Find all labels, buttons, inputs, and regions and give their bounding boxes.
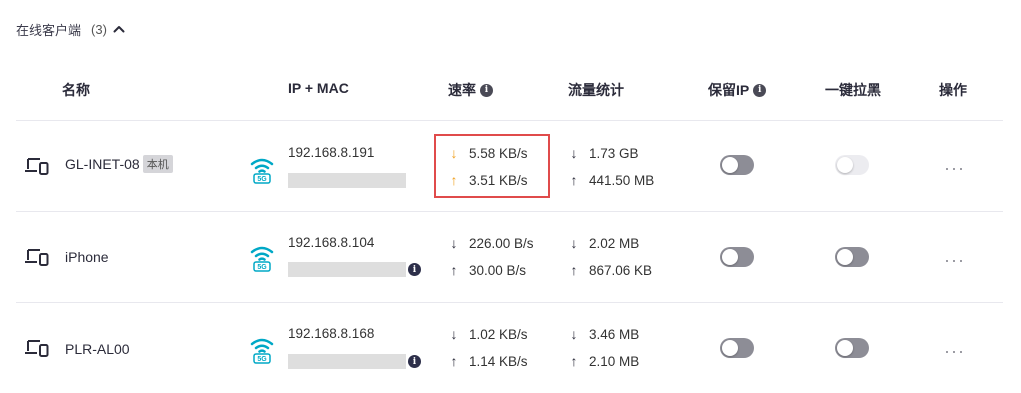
download-total-value: 3.46 MB	[589, 326, 640, 342]
more-actions-icon[interactable]: ···	[944, 342, 965, 360]
upload-total: ↑ 867.06 KB	[568, 262, 653, 278]
client-count: (3)	[91, 21, 107, 37]
download-total-value: 1.73 GB	[589, 145, 639, 161]
ip-address: 192.168.8.191	[288, 145, 375, 160]
wifi-5g-icon: 5G	[250, 158, 274, 184]
table-row: iPhone 5G 192.168.8.104 i ↓ 226.00 B/s ↑…	[0, 212, 1021, 302]
info-icon[interactable]: i	[480, 83, 493, 97]
upload-rate: ↑ 30.00 B/s	[448, 262, 527, 278]
band-label: 5G	[257, 264, 267, 271]
upload-total-value: 867.06 KB	[589, 262, 653, 278]
arrow-down-icon: ↓	[570, 326, 578, 342]
table-header: 名称 IP + MAC 速率 i 流量统计 保留IP i 一键拉黑 操作	[0, 74, 1021, 104]
section-title: 在线客户端	[16, 22, 82, 38]
upload-total-value: 2.10 MB	[589, 353, 640, 369]
download-total: ↓ 1.73 GB	[568, 145, 639, 161]
download-total: ↓ 3.46 MB	[568, 326, 640, 342]
arrow-down-icon: ↓	[570, 145, 578, 161]
band-label: 5G	[257, 356, 267, 363]
col-block: 一键拉黑	[825, 82, 881, 98]
device-name-label: GL-INET-08	[65, 156, 140, 172]
upload-rate: ↑ 1.14 KB/s	[448, 353, 528, 369]
download-total-value: 2.02 MB	[589, 235, 640, 251]
block-toggle	[835, 155, 869, 175]
mac-address-redacted	[288, 262, 406, 277]
download-rate: ↓ 226.00 B/s	[448, 235, 534, 251]
reserve-ip-toggle[interactable]	[720, 155, 754, 175]
arrow-up-icon: ↑	[450, 353, 458, 369]
computer-icon	[25, 340, 49, 357]
reserve-ip-toggle[interactable]	[720, 338, 754, 358]
ip-address: 192.168.8.104	[288, 235, 375, 250]
mac-address-redacted	[288, 354, 406, 369]
device-name-label: iPhone	[65, 249, 109, 265]
arrow-up-icon: ↑	[450, 262, 458, 278]
col-reserve-ip: 保留IP i	[708, 80, 767, 100]
download-rate: ↓ 1.02 KB/s	[448, 326, 528, 342]
ip-address: 192.168.8.168	[288, 326, 375, 341]
band-label: 5G	[257, 176, 267, 183]
rate-highlight-box	[434, 134, 550, 198]
device-name: iPhone	[65, 249, 109, 265]
wifi-5g-icon: 5G	[250, 338, 274, 364]
col-name: 名称	[62, 82, 90, 98]
upload-rate-value: 30.00 B/s	[469, 262, 527, 278]
arrow-down-icon: ↓	[570, 235, 578, 251]
arrow-down-icon: ↓	[450, 326, 458, 342]
upload-total: ↑ 2.10 MB	[568, 353, 640, 369]
download-rate-value: 226.00 B/s	[469, 235, 534, 251]
mac-info-icon[interactable]: i	[408, 263, 421, 276]
upload-total: ↑ 441.50 MB	[568, 172, 655, 188]
table-row: PLR-AL00 5G 192.168.8.168 i ↓ 1.02 KB/s …	[0, 303, 1021, 393]
computer-icon	[25, 249, 49, 266]
online-clients-header[interactable]: 在线客户端 (3)	[16, 18, 125, 40]
col-reserve-ip-label: 保留IP	[708, 82, 750, 98]
mac-address-redacted	[288, 173, 406, 188]
more-actions-icon[interactable]: ···	[944, 251, 965, 269]
col-traffic: 流量统计	[568, 82, 624, 98]
computer-icon	[25, 158, 49, 175]
col-rate-label: 速率	[448, 82, 476, 98]
block-toggle[interactable]	[835, 338, 869, 358]
chevron-up-icon[interactable]	[113, 24, 125, 34]
arrow-up-icon: ↑	[570, 353, 578, 369]
info-icon[interactable]: i	[753, 83, 767, 97]
block-toggle[interactable]	[835, 247, 869, 267]
device-name-label: PLR-AL00	[65, 341, 130, 357]
col-actions: 操作	[939, 82, 967, 98]
download-total: ↓ 2.02 MB	[568, 235, 640, 251]
reserve-ip-toggle[interactable]	[720, 247, 754, 267]
device-name: PLR-AL00	[65, 341, 130, 357]
wifi-5g-icon: 5G	[250, 246, 274, 272]
arrow-down-icon: ↓	[450, 235, 458, 251]
local-device-badge: 本机	[142, 155, 173, 173]
more-actions-icon[interactable]: ···	[944, 159, 965, 177]
col-rate: 速率 i	[448, 80, 493, 100]
col-ip-mac: IP + MAC	[288, 80, 349, 96]
arrow-up-icon: ↑	[570, 172, 578, 188]
upload-total-value: 441.50 MB	[589, 172, 655, 188]
mac-info-icon[interactable]: i	[408, 355, 421, 368]
upload-rate-value: 1.14 KB/s	[469, 353, 528, 369]
device-name: GL-INET-08 本机	[65, 155, 173, 173]
download-rate-value: 1.02 KB/s	[469, 326, 528, 342]
arrow-up-icon: ↑	[570, 262, 578, 278]
